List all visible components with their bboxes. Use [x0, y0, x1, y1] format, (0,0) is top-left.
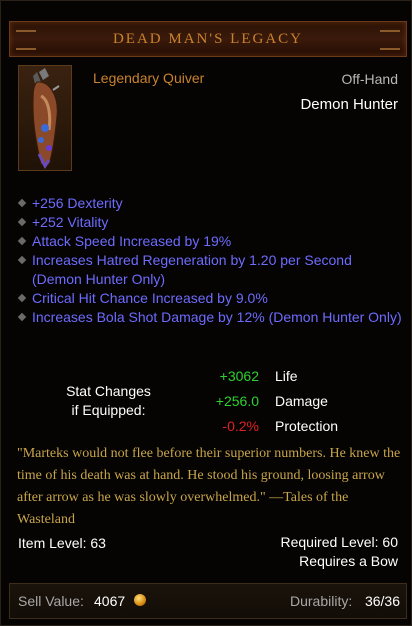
affix-row: Attack Speed Increased by 19% — [17, 232, 405, 251]
sell-value-label: Sell Value: — [18, 593, 84, 609]
affix-text: +256 Dexterity — [32, 195, 123, 211]
stat-change-row: +256.0 Damage — [191, 392, 391, 417]
stat-changes-list: +3062 Life +256.0 Damage -0.2% Protectio… — [191, 367, 391, 442]
stat-change-name: Damage — [275, 393, 328, 409]
affix-row: +252 Vitality — [17, 213, 405, 232]
bullet-icon — [17, 293, 27, 303]
affix-text: Increases Bola Shot Damage by 12% (Demon… — [32, 309, 402, 325]
item-slot: Off-Hand — [341, 71, 398, 87]
tooltip-footer: Sell Value: 4067 Durability: 36/36 — [9, 583, 407, 619]
stat-change-value: +3062 — [219, 368, 259, 384]
bullet-icon — [17, 198, 27, 208]
affix-row: +256 Dexterity — [17, 194, 405, 213]
tooltip-header: DEAD MAN'S LEGACY — [9, 21, 407, 57]
affix-row: Increases Hatred Regeneration by 1.20 pe… — [17, 251, 405, 289]
bullet-icon — [17, 236, 27, 246]
item-level: Item Level: 63 — [18, 535, 106, 551]
bullet-icon — [17, 255, 27, 265]
header-ornament-right — [380, 30, 400, 50]
affix-text: Attack Speed Increased by 19% — [32, 233, 232, 249]
stat-changes-label-line1: Stat Changes — [66, 383, 151, 399]
item-type: Legendary Quiver — [93, 70, 205, 86]
affix-text: Increases Hatred Regeneration by 1.20 pe… — [32, 252, 352, 287]
flavor-text: "Marteks would not flee before their sup… — [17, 446, 401, 527]
stat-change-name: Life — [275, 368, 298, 384]
stat-change-row: +3062 Life — [191, 367, 391, 392]
affix-row: Critical Hit Chance Increased by 9.0% — [17, 289, 405, 308]
sell-value: 4067 — [94, 593, 126, 609]
affix-text: +252 Vitality — [32, 214, 109, 230]
stat-changes-label: Stat Changes if Equipped: — [41, 382, 176, 420]
item-name: DEAD MAN'S LEGACY — [112, 30, 304, 47]
required-level: Required Level: 60 — [280, 534, 398, 550]
stat-change-name: Protection — [275, 418, 339, 434]
gold-coin-icon — [134, 594, 146, 606]
durability-value: 36/36 — [364, 593, 400, 609]
stat-change-value: -0.2% — [222, 418, 259, 434]
quiver-icon — [18, 65, 72, 171]
requires-weapon: Requires a Bow — [299, 553, 398, 569]
bullet-icon — [17, 217, 27, 227]
affix-row: Increases Bola Shot Damage by 12% (Demon… — [17, 308, 405, 327]
item-tooltip: DEAD MAN'S LEGACY Legendary Quiver Off-H… — [0, 0, 412, 626]
header-ornament-left — [16, 30, 36, 50]
stat-changes-label-line2: if Equipped: — [71, 402, 146, 418]
durability-label: Durability: — [290, 593, 353, 609]
stat-change-value: +256.0 — [215, 393, 259, 409]
affix-text: Critical Hit Chance Increased by 9.0% — [32, 290, 268, 306]
bullet-icon — [17, 312, 27, 322]
item-class: Demon Hunter — [300, 96, 398, 113]
stat-change-row: -0.2% Protection — [191, 417, 391, 442]
affix-list: +256 Dexterity +252 Vitality Attack Spee… — [17, 194, 405, 327]
